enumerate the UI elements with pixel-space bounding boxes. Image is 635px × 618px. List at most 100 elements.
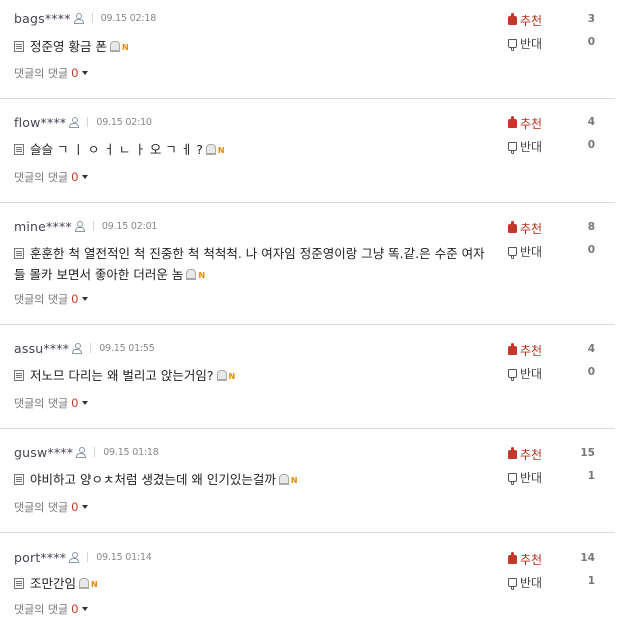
separator — [87, 552, 89, 562]
oppose-button[interactable]: 반대 — [508, 365, 542, 381]
reply-toggle[interactable]: 댓글의 댓글 0 — [14, 395, 89, 411]
thumb-down-icon — [508, 246, 517, 259]
comment-author[interactable]: flow**** — [14, 115, 66, 130]
oppose-button[interactable]: 반대 — [508, 469, 542, 485]
chevron-down-icon — [82, 401, 89, 405]
separator — [87, 117, 89, 127]
recommend-button[interactable]: 추천 — [508, 342, 542, 358]
grave-icon[interactable] — [216, 370, 227, 381]
comment-meta: port**** 09.15 01:14 — [14, 549, 152, 565]
recommend-button[interactable]: 추천 — [508, 446, 542, 462]
oppose-count: 0 — [587, 36, 595, 48]
thumb-down-icon — [508, 38, 517, 51]
comment-author[interactable]: port**** — [14, 550, 66, 565]
comment-author[interactable]: assu**** — [14, 341, 69, 356]
document-icon — [14, 41, 24, 52]
grave-icon[interactable] — [186, 269, 197, 280]
reply-count: 0 — [71, 602, 79, 616]
grave-icon[interactable] — [79, 578, 90, 589]
oppose-label: 반대 — [520, 470, 543, 485]
chevron-down-icon — [82, 607, 89, 611]
user-icon[interactable] — [69, 551, 80, 563]
comment-body: 훈훈한 척 열전적인 척 진중한 척 척척척. 나 여자임 정준영이랑 그냥 똑… — [14, 243, 494, 286]
reply-count: 0 — [71, 396, 79, 410]
grave-icon[interactable] — [278, 474, 289, 485]
comment-time: 09.15 02:10 — [96, 116, 152, 128]
separator — [91, 13, 93, 23]
comment-author[interactable]: gusw**** — [14, 445, 73, 460]
reply-count: 0 — [71, 500, 79, 514]
recommend-button[interactable]: 추천 — [508, 551, 542, 567]
comment-author[interactable]: bags**** — [14, 11, 71, 26]
comment-list: bags**** 09.15 02:18 정준영 황금 폰N 댓글의 댓글 0 … — [0, 0, 635, 618]
document-icon — [14, 578, 24, 589]
comment-text: 슬슬 ㄱ ㅣ ㅇ ㅓ ㄴ ㅏ 오 ㄱ ㅔ ? — [30, 142, 203, 157]
user-icon[interactable] — [76, 446, 87, 458]
comment-meta: gusw**** 09.15 01:18 — [14, 444, 159, 460]
thumb-up-icon — [508, 446, 517, 459]
reply-toggle[interactable]: 댓글의 댓글 0 — [14, 291, 89, 307]
comment-text: 정준영 황금 폰 — [30, 39, 107, 54]
chevron-down-icon — [82, 297, 89, 301]
chevron-down-icon — [82, 71, 89, 75]
oppose-label: 반대 — [520, 575, 543, 590]
reply-label: 댓글의 댓글 — [14, 171, 69, 184]
comment-body: 정준영 황금 폰 N — [14, 36, 494, 58]
oppose-button[interactable]: 반대 — [508, 574, 542, 590]
reply-label: 댓글의 댓글 — [14, 293, 69, 306]
document-icon — [14, 144, 24, 155]
user-icon[interactable] — [73, 12, 84, 24]
thumb-down-icon — [508, 577, 517, 590]
recommend-count: 3 — [587, 13, 595, 25]
comment-time: 09.15 02:18 — [100, 12, 157, 24]
comment-author[interactable]: mine**** — [14, 219, 72, 234]
thumb-down-icon — [508, 368, 517, 381]
grave-icon[interactable] — [109, 41, 120, 52]
oppose-button[interactable]: 반대 — [508, 243, 542, 259]
recommend-label: 추천 — [520, 116, 543, 131]
user-icon[interactable] — [72, 342, 83, 354]
document-icon — [14, 474, 24, 485]
oppose-label: 반대 — [520, 36, 543, 51]
comment-item: bags**** 09.15 02:18 정준영 황금 폰N 댓글의 댓글 0 … — [0, 0, 615, 99]
reply-toggle[interactable]: 댓글의 댓글 0 — [14, 65, 89, 81]
comment-text: 조만간임 — [30, 576, 77, 591]
chevron-down-icon — [82, 175, 89, 179]
comment-item: flow**** 09.15 02:10 슬슬 ㄱ ㅣ ㅇ ㅓ ㄴ ㅏ 오 ㄱ … — [0, 99, 615, 203]
reply-label: 댓글의 댓글 — [14, 67, 69, 80]
new-badge-icon: N — [121, 43, 129, 52]
comment-item: gusw**** 09.15 01:18 야비하고 양ㅇㅊ처럼 생겼는데 왜 인… — [0, 429, 615, 533]
user-icon[interactable] — [69, 116, 80, 128]
new-badge-icon: N — [228, 372, 236, 381]
comment-meta: assu**** 09.15 01:55 — [14, 340, 155, 356]
recommend-button[interactable]: 추천 — [508, 115, 542, 131]
comment-body: 조만간임 N — [14, 573, 494, 595]
thumb-down-icon — [508, 472, 517, 485]
oppose-label: 반대 — [520, 244, 543, 259]
new-badge-icon: N — [198, 271, 206, 280]
oppose-count: 0 — [587, 139, 595, 151]
oppose-button[interactable]: 반대 — [508, 138, 542, 154]
comment-text: 저노므 다리는 왜 벌리고 앉는거임? — [30, 368, 214, 383]
reply-toggle[interactable]: 댓글의 댓글 0 — [14, 601, 89, 617]
reply-toggle[interactable]: 댓글의 댓글 0 — [14, 169, 89, 185]
recommend-button[interactable]: 추천 — [508, 12, 542, 28]
comment-meta: mine**** 09.15 02:01 — [14, 218, 157, 234]
comment-item: port**** 09.15 01:14 조만간임 N 댓글의 댓글 0 추천 1… — [0, 533, 615, 618]
oppose-button[interactable]: 반대 — [508, 35, 542, 51]
recommend-count: 8 — [587, 221, 595, 233]
chevron-down-icon — [82, 505, 89, 509]
comment-body: 슬슬 ㄱ ㅣ ㅇ ㅓ ㄴ ㅏ 오 ㄱ ㅔ ? N — [14, 139, 494, 161]
comment-time: 09.15 01:14 — [96, 551, 152, 563]
recommend-button[interactable]: 추천 — [508, 220, 542, 236]
recommend-count: 14 — [580, 552, 595, 564]
comment-text: 야비하고 양ㅇㅊ처럼 생겼는데 왜 인기있는걸까 — [30, 472, 276, 487]
comment-item: mine**** 09.15 02:01 훈훈한 척 열전적인 척 진중한 척 … — [0, 203, 615, 325]
recommend-label: 추천 — [520, 343, 543, 358]
grave-icon[interactable] — [205, 144, 216, 155]
oppose-count: 0 — [587, 244, 595, 256]
new-badge-icon: N — [91, 580, 98, 589]
user-icon[interactable] — [74, 220, 85, 232]
reply-toggle[interactable]: 댓글의 댓글 0 — [14, 499, 89, 515]
recommend-label: 추천 — [520, 13, 543, 28]
